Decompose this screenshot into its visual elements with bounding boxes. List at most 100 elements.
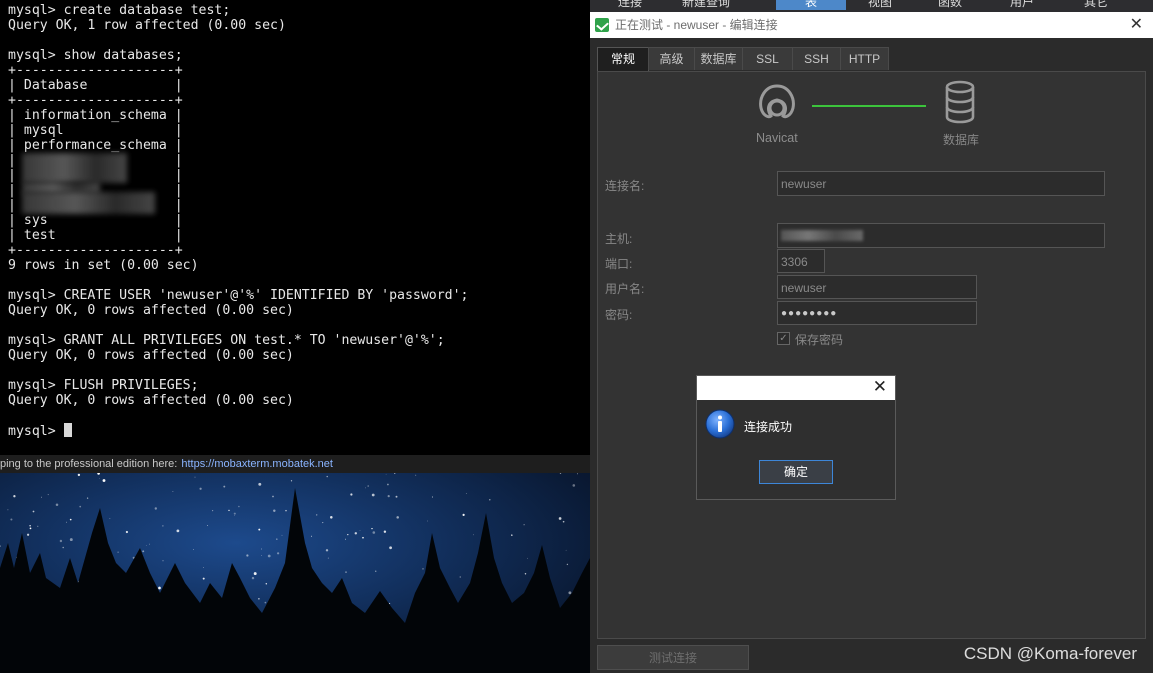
star xyxy=(29,525,31,527)
mobaxterm-link[interactable]: https://mobaxterm.mobatek.net xyxy=(181,458,333,470)
close-icon[interactable]: ✕ xyxy=(873,377,887,397)
star xyxy=(354,532,358,535)
star xyxy=(345,571,347,573)
star xyxy=(383,530,387,533)
star xyxy=(385,473,387,475)
star xyxy=(272,495,274,498)
star xyxy=(203,567,205,569)
star xyxy=(359,530,361,531)
star xyxy=(372,531,376,534)
star xyxy=(69,538,73,542)
terminal-line: | performance_schema | xyxy=(8,138,183,153)
star xyxy=(325,549,329,552)
star xyxy=(290,480,293,482)
tab-databases[interactable]: 数据库 xyxy=(694,47,743,70)
star xyxy=(387,483,389,486)
tab-ssh[interactable]: SSH xyxy=(792,47,841,70)
star xyxy=(207,525,208,526)
terminal-cursor xyxy=(63,423,72,437)
toolbar-item-user[interactable]: 用户 xyxy=(1010,0,1034,10)
star xyxy=(41,496,43,498)
star xyxy=(261,548,262,550)
terminal-window[interactable]: mysql> create database test; Query OK, 1 … xyxy=(0,0,590,455)
star xyxy=(350,493,353,496)
star xyxy=(258,528,261,531)
port-field[interactable]: 3306 xyxy=(777,249,825,273)
star xyxy=(415,474,417,476)
toolbar-item-view[interactable]: 视图 xyxy=(868,0,892,10)
star xyxy=(212,510,214,512)
star xyxy=(7,509,9,511)
star xyxy=(199,487,202,490)
navicat-toolbar: 连接 新建查询 表 视图 函数 用户 其它 xyxy=(590,0,1153,12)
star xyxy=(26,533,30,536)
star xyxy=(172,491,174,492)
star xyxy=(395,495,398,498)
terminal-prompt-line: mysql> xyxy=(8,423,469,439)
toolbar-item-table[interactable]: 表 xyxy=(776,0,846,10)
toolbar-item-new-query[interactable]: 新建查询 xyxy=(682,0,730,10)
star xyxy=(459,576,461,578)
tab-http[interactable]: HTTP xyxy=(840,47,889,70)
connection-name-field[interactable]: newuser xyxy=(777,171,1105,196)
star xyxy=(281,534,283,536)
terminal-line: +--------------------+ xyxy=(8,63,183,78)
terminal-line: mysql> GRANT ALL PRIVILEGES ON test.* TO… xyxy=(8,333,445,348)
terminal-line: | sys | xyxy=(8,213,183,228)
star xyxy=(29,527,32,530)
info-icon xyxy=(705,409,735,439)
terminal-line: +--------------------+ xyxy=(8,243,183,258)
connection-link-line xyxy=(812,105,926,107)
toolbar-item-other[interactable]: 其它 xyxy=(1084,0,1108,10)
star xyxy=(253,572,257,576)
host-field[interactable] xyxy=(777,223,1105,248)
dialog-title: 正在测试 - newuser - 编辑连接 xyxy=(615,18,778,32)
test-connection-button[interactable]: 测试连接 xyxy=(597,645,749,670)
star xyxy=(109,518,111,519)
star xyxy=(362,536,364,539)
navicat-label: Navicat xyxy=(756,131,798,145)
terminal-line: mysql> create database test; xyxy=(8,3,231,18)
star xyxy=(273,509,276,512)
toolbar-item-connection[interactable]: 连接 xyxy=(618,0,642,10)
tab-general[interactable]: 常规 xyxy=(597,47,649,72)
navicat-app-icon xyxy=(595,18,609,32)
csdn-watermark: CSDN @Koma-forever xyxy=(963,644,1137,663)
terminal-line: mysql> FLUSH PRIVILEGES; xyxy=(8,378,199,393)
star xyxy=(69,518,72,521)
star xyxy=(285,509,287,512)
star xyxy=(193,549,194,550)
toolbar-item-function[interactable]: 函数 xyxy=(938,0,962,10)
message-titlebar[interactable]: ✕ xyxy=(697,376,895,400)
tab-ssl[interactable]: SSL xyxy=(742,47,793,70)
ok-button[interactable]: 确定 xyxy=(759,460,833,484)
star xyxy=(524,573,527,575)
star xyxy=(251,576,255,580)
star xyxy=(154,507,157,510)
password-field[interactable]: ●●●●●●●● xyxy=(777,301,977,325)
save-password-checkbox[interactable]: ✓ xyxy=(777,332,790,345)
star xyxy=(265,583,268,585)
star xyxy=(77,473,81,477)
star xyxy=(234,515,235,516)
star xyxy=(32,510,35,513)
password-label: 密码: xyxy=(605,308,633,322)
star xyxy=(387,494,390,498)
terminal-line: Query OK, 0 rows affected (0.00 sec) xyxy=(8,348,294,363)
star xyxy=(394,473,396,474)
tab-advanced[interactable]: 高级 xyxy=(648,47,695,70)
star xyxy=(176,529,180,533)
terminal-line: Query OK, 1 row affected (0.00 sec) xyxy=(8,18,286,33)
close-icon[interactable]: ✕ xyxy=(1130,12,1143,38)
terminal-line: Query OK, 0 rows affected (0.00 sec) xyxy=(8,303,294,318)
star xyxy=(0,545,1,547)
username-field[interactable]: newuser xyxy=(777,275,977,299)
redacted-region xyxy=(22,153,127,183)
star xyxy=(345,538,347,540)
upgrade-text: ping to the professional edition here: xyxy=(0,458,178,470)
star xyxy=(145,545,147,546)
dialog-titlebar[interactable]: 正在测试 - newuser - 编辑连接 ✕ xyxy=(590,12,1153,38)
star xyxy=(47,494,49,496)
